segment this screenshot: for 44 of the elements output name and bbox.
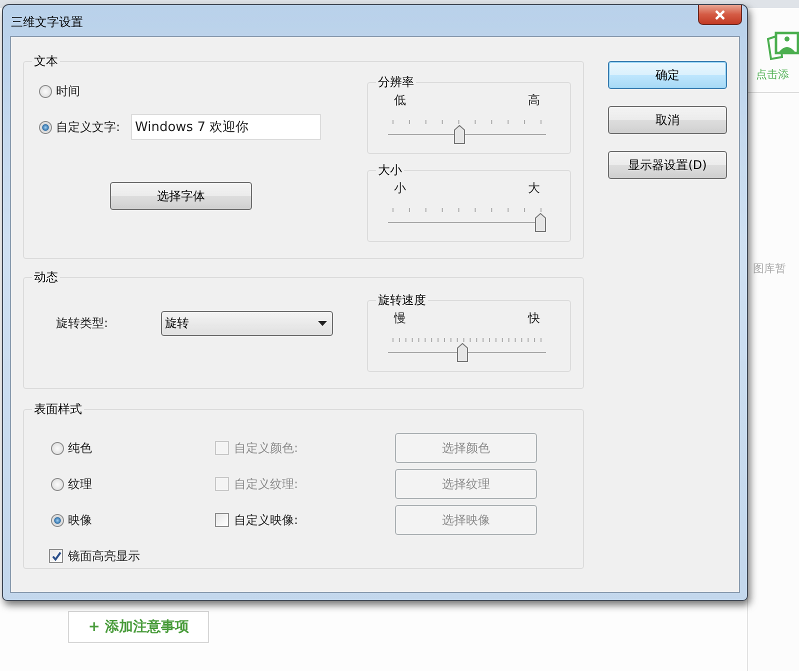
text-field[interactable]: Windows 7 欢迎你 bbox=[131, 114, 322, 140]
option-label: 时间 bbox=[56, 82, 80, 100]
dialog-button[interactable]: 显示器设置(D) bbox=[608, 151, 727, 179]
dialog-button[interactable]: 确定 bbox=[608, 61, 727, 89]
group-label: 大小 bbox=[377, 162, 403, 179]
group-label: 分辨率 bbox=[377, 74, 415, 91]
caret-icon bbox=[318, 320, 327, 326]
checkbox-label: 自定义映像: bbox=[234, 512, 298, 528]
group-label: 动态 bbox=[33, 269, 59, 286]
min-label: 低 bbox=[394, 92, 406, 109]
rotation-type-dropdown[interactable]: 旋转 bbox=[161, 310, 333, 336]
group-label: 旋转速度 bbox=[377, 292, 427, 309]
min-label: 小 bbox=[394, 180, 406, 197]
option-label: 纹理 bbox=[68, 476, 92, 492]
choose-font-button[interactable]: 选择字体 bbox=[110, 182, 252, 210]
radio-button[interactable] bbox=[39, 120, 52, 134]
dialog-button[interactable]: 取消 bbox=[608, 106, 727, 134]
slider-thumb[interactable] bbox=[535, 213, 546, 232]
image-icon[interactable] bbox=[766, 31, 799, 61]
gallery-note: 图库暂 bbox=[753, 261, 786, 276]
group-label: 表面样式 bbox=[33, 401, 83, 418]
radio-button[interactable] bbox=[39, 84, 52, 98]
radio-button[interactable] bbox=[51, 478, 64, 490]
close-button[interactable] bbox=[698, 5, 742, 25]
max-label: 大 bbox=[528, 180, 540, 197]
radio-button[interactable] bbox=[51, 514, 64, 526]
rotation-type-label: 旋转类型: bbox=[56, 314, 110, 332]
min-label: 慢 bbox=[394, 310, 406, 327]
window-title: 三维文字设置 bbox=[11, 14, 83, 31]
option-label: 自定义文字: bbox=[56, 118, 120, 136]
max-label: 高 bbox=[528, 92, 540, 109]
option-label: 纯色 bbox=[68, 440, 92, 456]
checkbox[interactable] bbox=[49, 549, 63, 563]
group-label: 文本 bbox=[33, 53, 59, 70]
checkbox[interactable] bbox=[215, 513, 229, 527]
close-icon bbox=[714, 10, 726, 20]
checkbox-label: 自定义纹理: bbox=[234, 476, 298, 492]
max-label: 快 bbox=[528, 310, 540, 327]
checkbox-label: 自定义颜色: bbox=[234, 440, 298, 456]
slider-thumb[interactable] bbox=[454, 125, 466, 144]
slider-thumb[interactable] bbox=[457, 343, 468, 362]
checkbox-label: 镜面高亮显示 bbox=[68, 548, 140, 564]
radio-button[interactable] bbox=[51, 442, 64, 454]
option-label: 映像 bbox=[68, 512, 92, 528]
